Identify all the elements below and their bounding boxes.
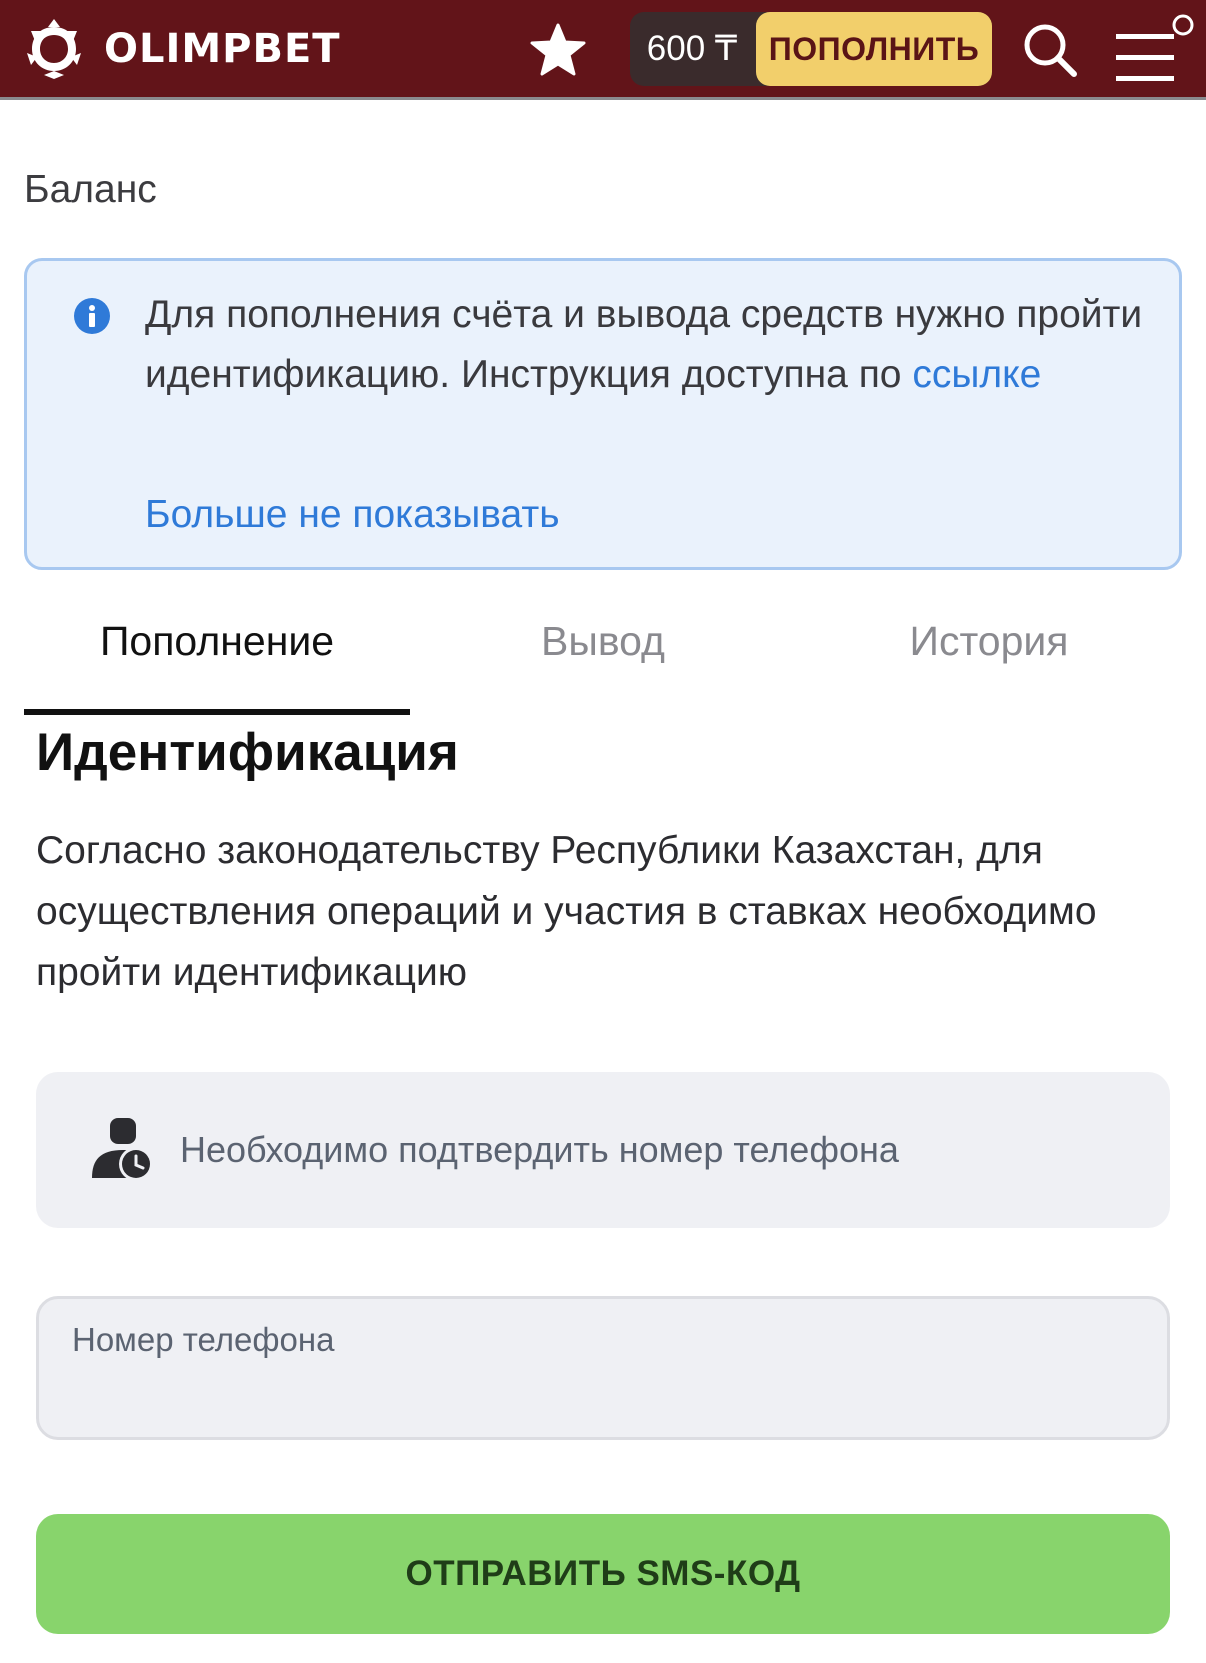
- tab-history[interactable]: История: [796, 600, 1182, 716]
- hamburger-menu-icon: [1116, 14, 1194, 81]
- active-tab-indicator: [24, 709, 410, 715]
- balance-widget: 600 ₸ ПОПОЛНИТЬ: [630, 12, 992, 86]
- phone-number-label: Номер телефона: [72, 1321, 335, 1358]
- tab-withdraw[interactable]: Вывод: [410, 600, 796, 716]
- identification-description: Согласно законодательству Республики Каз…: [36, 829, 1097, 994]
- brand-logo[interactable]: OLIMPBET: [22, 16, 341, 82]
- user-clock-icon: [92, 1118, 153, 1181]
- send-sms-code-button[interactable]: ОТПРАВИТЬ SMS-КОД: [36, 1514, 1170, 1634]
- phone-verification-notice: Необходимо подтвердить номер телефона: [36, 1072, 1170, 1228]
- search-button[interactable]: [1020, 20, 1080, 80]
- tab-deposit[interactable]: Пополнение: [24, 600, 410, 716]
- top-header: OLIMPBET 600 ₸ ПОПОЛНИТЬ: [0, 0, 1206, 100]
- verification-notice-text: Необходимо подтвердить номер телефона: [180, 1129, 899, 1170]
- menu-button[interactable]: [1112, 12, 1196, 88]
- olimpbet-logo-icon: [27, 19, 81, 79]
- phone-number-input[interactable]: [69, 1369, 1129, 1419]
- instruction-link[interactable]: ссылке: [912, 353, 1041, 396]
- identification-info-banner: Для пополнения счёта и вывода средств ну…: [24, 258, 1182, 570]
- info-message: Для пополнения счёта и вывода средств ну…: [145, 285, 1155, 405]
- favorites-button[interactable]: [528, 20, 588, 80]
- info-icon: [74, 298, 110, 334]
- balance-tabs: Пополнение Вывод История: [24, 600, 1182, 716]
- star-icon: [530, 23, 586, 76]
- phone-number-field[interactable]: Номер телефона: [36, 1296, 1170, 1440]
- balance-amount: 600 ₸: [646, 29, 738, 68]
- identification-title: Идентификация: [36, 723, 459, 782]
- page-title: Баланс: [24, 168, 157, 211]
- brand-name: OLIMPBET: [104, 26, 341, 72]
- dont-show-again-link[interactable]: Больше не показывать: [145, 485, 560, 545]
- search-icon: [1024, 24, 1077, 77]
- topup-button[interactable]: ПОПОЛНИТЬ: [756, 12, 992, 86]
